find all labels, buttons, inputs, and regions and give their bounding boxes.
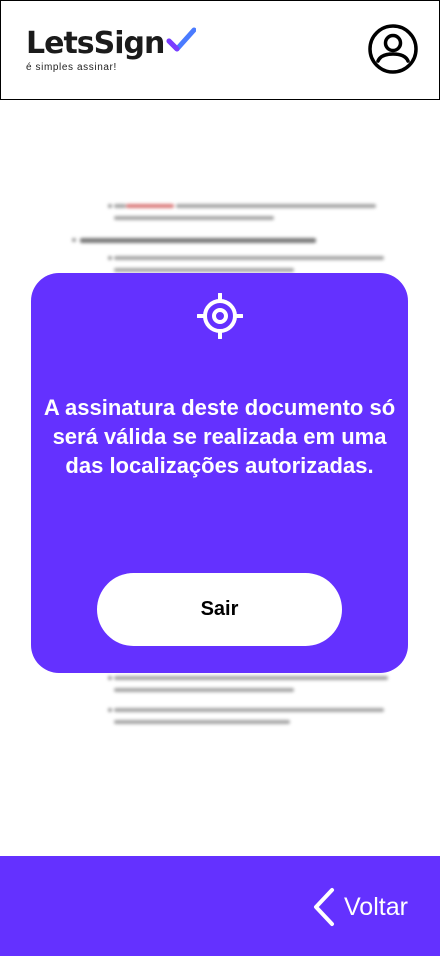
user-circle-icon	[368, 24, 418, 74]
back-button[interactable]: Voltar	[312, 886, 408, 928]
logo-tagline: é simples assinar!	[26, 62, 117, 73]
logo-wordmark: LetsSign	[26, 26, 165, 61]
exit-button[interactable]: Sair	[97, 573, 342, 646]
location-warning-dialog: A assinatura deste documento só será vál…	[31, 273, 408, 673]
app-header: LetsSign é simples assinar!	[0, 0, 440, 100]
location-crosshair-icon	[197, 293, 243, 339]
chevron-left-icon	[314, 888, 334, 926]
logo-check-icon	[166, 27, 196, 52]
dialog-message: A assinatura deste documento só será vál…	[43, 395, 396, 478]
bottom-bar: Voltar	[0, 856, 440, 956]
profile-button[interactable]	[367, 23, 419, 75]
back-label: Voltar	[344, 892, 408, 921]
letssign-logo: LetsSign é simples assinar!	[26, 26, 196, 73]
